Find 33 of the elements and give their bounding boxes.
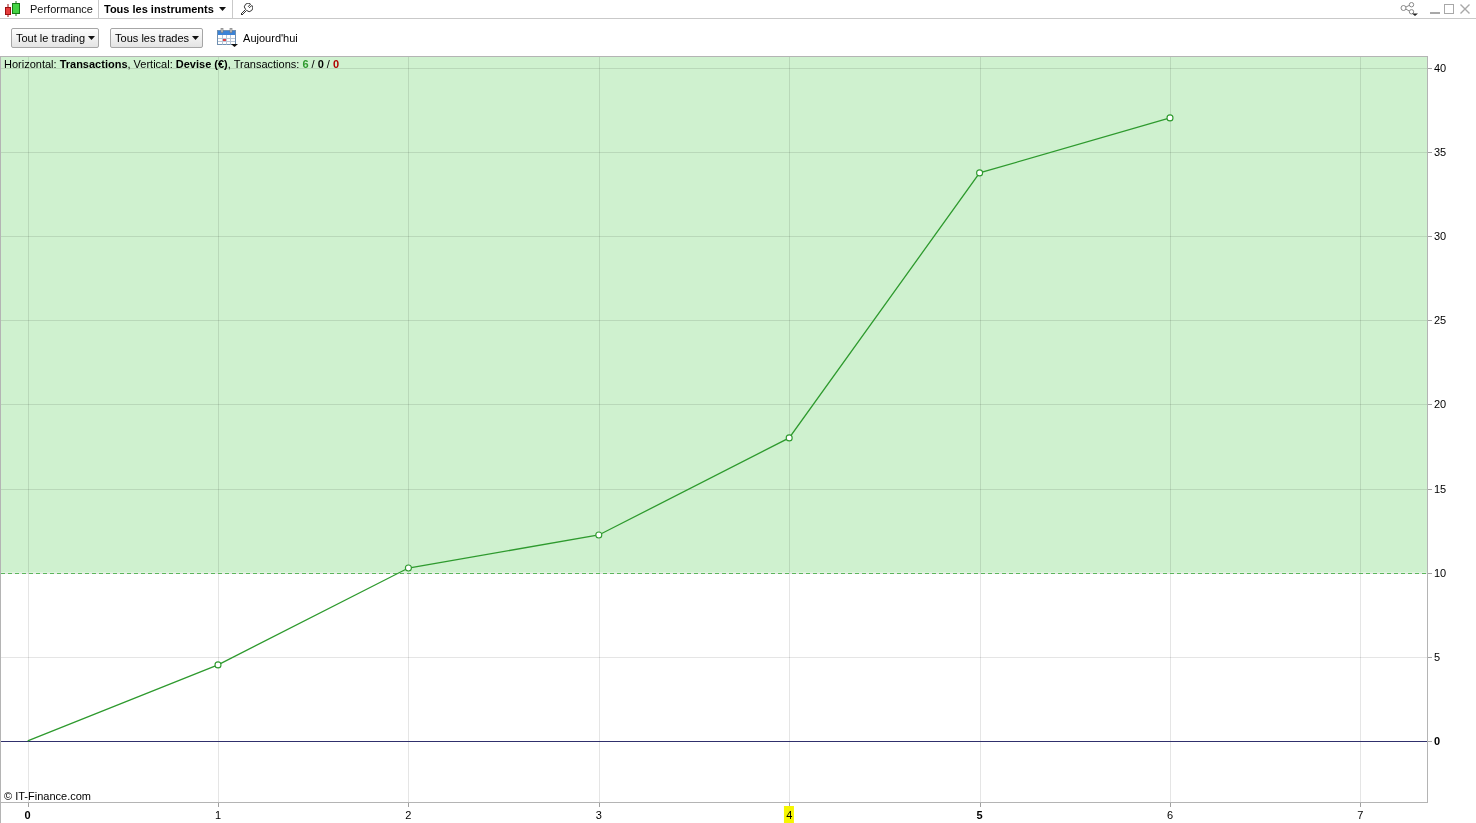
- caret-icon: [218, 7, 226, 11]
- y-axis-label: 5: [1434, 650, 1441, 664]
- y-axis-label: 15: [1434, 482, 1447, 496]
- instrument-dropdown[interactable]: Tous les instruments: [99, 0, 233, 18]
- y-axis-label: 10: [1434, 566, 1447, 580]
- x-axis-label: 5: [975, 808, 984, 823]
- y-axis-label: 0: [1434, 734, 1441, 748]
- x-axis-label: 4: [784, 806, 795, 823]
- x-axis-label: 1: [213, 808, 223, 823]
- window-title: Performance: [30, 3, 93, 15]
- y-axis-label: 20: [1434, 397, 1447, 411]
- y-axis-label: 40: [1434, 61, 1447, 75]
- caret-icon: [88, 35, 96, 40]
- maximize-icon[interactable]: [1444, 4, 1454, 14]
- caret-icon: [192, 35, 200, 40]
- share-icon[interactable]: [1400, 2, 1418, 16]
- x-axis-label: 6: [1165, 808, 1175, 823]
- x-axis-label: 2: [404, 808, 413, 823]
- date-button[interactable]: Aujourd'hui: [217, 28, 298, 47]
- calendar-icon: [217, 28, 239, 47]
- candlestick-icon: [4, 1, 21, 17]
- x-axis-label: 7: [1356, 808, 1365, 823]
- y-axis-label: 25: [1434, 313, 1447, 327]
- wrench-icon[interactable]: [239, 2, 253, 16]
- copyright-text: © IT-Finance.com: [4, 789, 91, 803]
- filter-dropdown[interactable]: Tous les trades: [110, 27, 204, 48]
- x-axis-label: 0: [23, 808, 32, 823]
- x-axis-label: 3: [594, 808, 603, 823]
- filter-dropdown[interactable]: Tout le trading: [11, 27, 100, 48]
- y-axis-label: 30: [1434, 229, 1447, 243]
- close-icon[interactable]: [1460, 4, 1470, 14]
- chart-caption: Horizontal: Transactions, Vertical: Devise (€), Transactions: 6 / 0 / 0: [4, 57, 340, 71]
- y-axis-label: 35: [1434, 145, 1447, 159]
